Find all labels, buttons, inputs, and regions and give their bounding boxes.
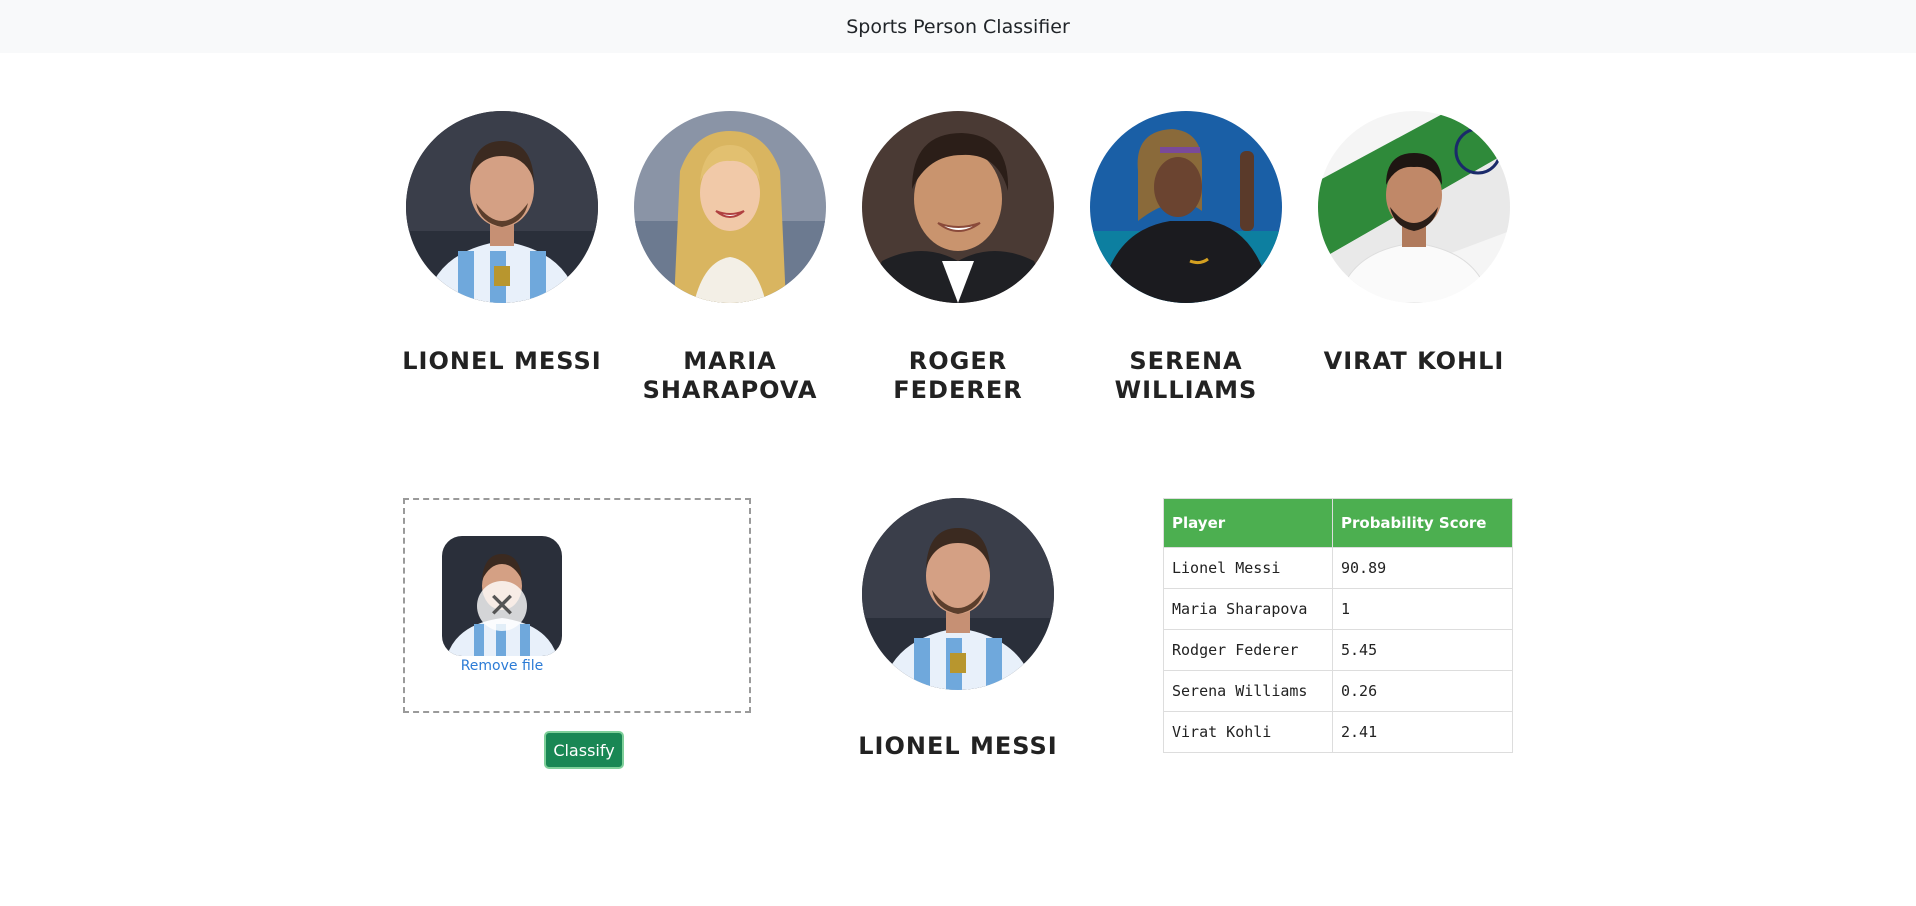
table-header-row: Player Probability Score [1163, 498, 1513, 548]
serena-williams-photo [1090, 111, 1282, 303]
player-name: SERENA WILLIAMS [1114, 347, 1258, 404]
player-card-lionel-messi: LIONEL MESSI [388, 111, 616, 376]
player-cell: Lionel Messi [1163, 547, 1333, 589]
remove-file-icon[interactable]: ✕ [477, 581, 527, 631]
player-name: MARIA SHARAPOVA [642, 347, 818, 404]
player-name: VIRAT KOHLI [1323, 347, 1505, 375]
player-cell: Maria Sharapova [1163, 588, 1333, 630]
probability-table: Player Probability Score Lionel Messi 90… [1163, 498, 1513, 753]
score-cell: 2.41 [1332, 711, 1513, 753]
player-card-serena-williams: SERENA WILLIAMS [1072, 111, 1300, 405]
table-row: Serena Williams 0.26 [1163, 670, 1513, 712]
player-cell: Virat Kohli [1163, 711, 1333, 753]
roger-federer-photo [862, 111, 1054, 303]
table-row: Lionel Messi 90.89 [1163, 547, 1513, 589]
table-row: Maria Sharapova 1 [1163, 588, 1513, 630]
uploaded-file-thumbnail: ✕ [442, 536, 562, 656]
column-header-player: Player [1163, 498, 1333, 548]
score-cell: 1 [1332, 588, 1513, 630]
maria-sharapova-photo [634, 111, 826, 303]
player-cell: Serena Williams [1163, 670, 1333, 712]
file-dropzone[interactable]: ✕ Remove file [403, 498, 751, 713]
classify-button[interactable]: Classify [544, 731, 624, 769]
virat-kohli-photo [1318, 111, 1510, 303]
score-cell: 5.45 [1332, 629, 1513, 671]
result-name: LIONEL MESSI [858, 732, 1058, 760]
column-header-score: Probability Score [1332, 498, 1513, 548]
score-cell: 90.89 [1332, 547, 1513, 589]
player-name: LIONEL MESSI [402, 347, 602, 375]
result-photo [862, 498, 1054, 690]
table-row: Rodger Federer 5.45 [1163, 629, 1513, 671]
lionel-messi-photo [406, 111, 598, 303]
score-cell: 0.26 [1332, 670, 1513, 712]
player-name: ROGER FEDERER [893, 347, 1023, 404]
player-card-roger-federer: ROGER FEDERER [844, 111, 1072, 405]
player-cell: Rodger Federer [1163, 629, 1333, 671]
remove-file-link[interactable]: Remove file [442, 658, 562, 674]
app-title: Sports Person Classifier [846, 15, 1070, 38]
navbar: Sports Person Classifier [0, 0, 1916, 53]
player-card-virat-kohli: VIRAT KOHLI [1300, 111, 1528, 376]
player-card-maria-sharapova: MARIA SHARAPOVA [616, 111, 844, 405]
classification-result: LIONEL MESSI [844, 498, 1072, 760]
table-row: Virat Kohli 2.41 [1163, 711, 1513, 753]
